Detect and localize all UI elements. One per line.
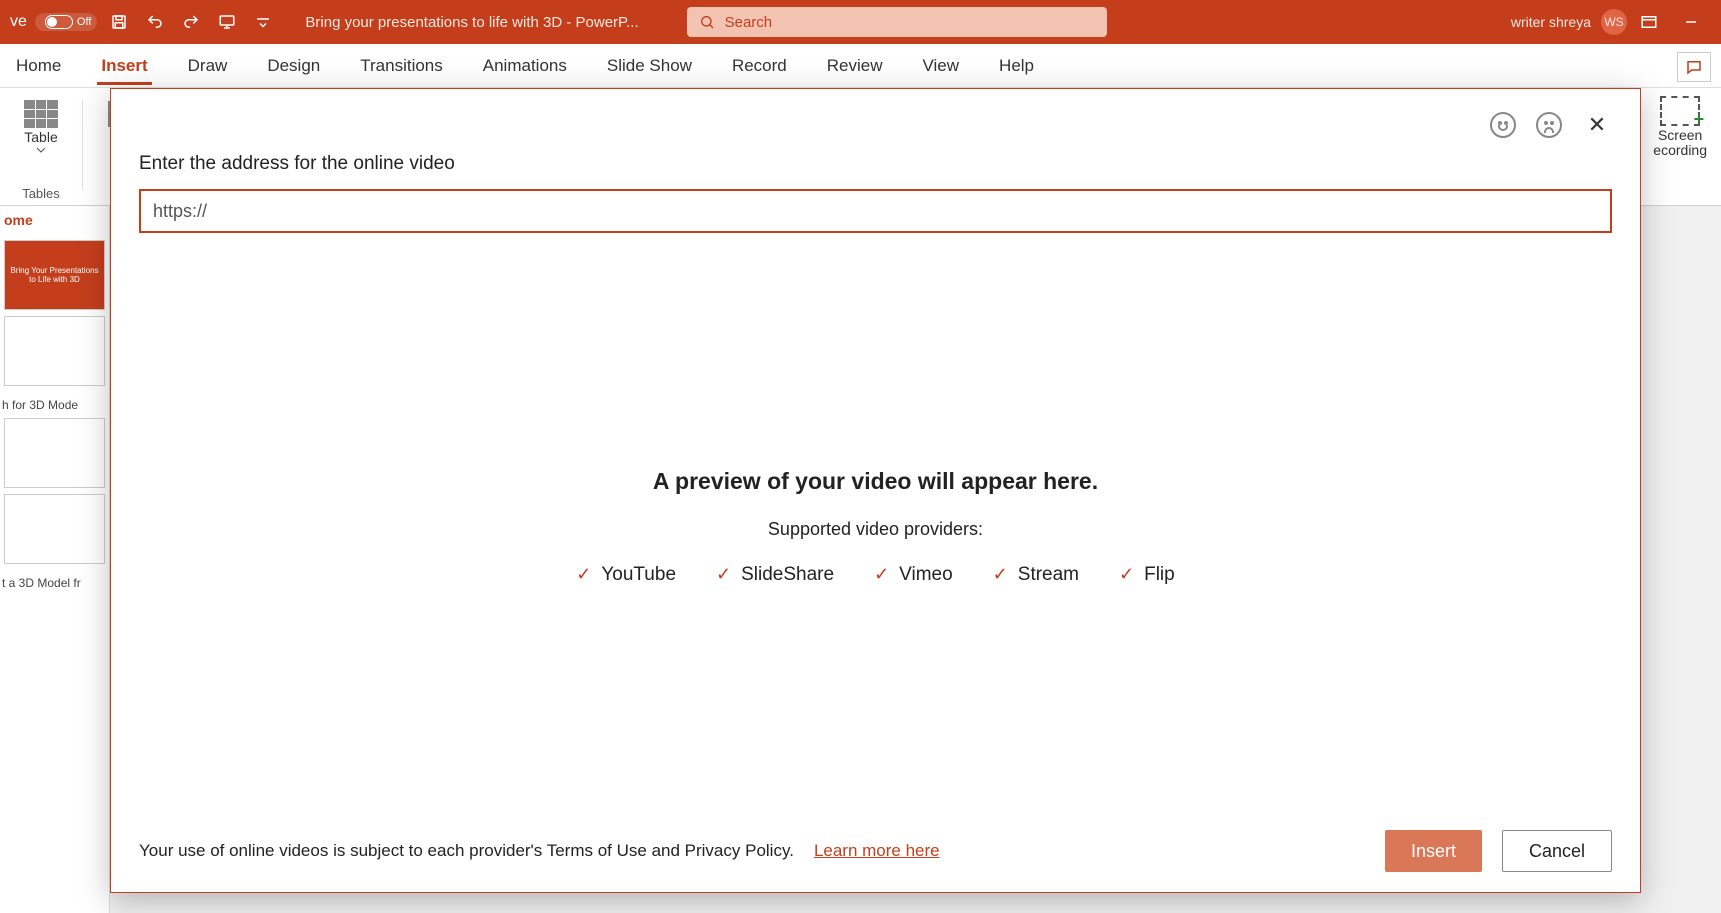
user-avatar: WS bbox=[1601, 9, 1627, 35]
user-name: writer shreya bbox=[1511, 14, 1591, 30]
cancel-button[interactable]: Cancel bbox=[1502, 830, 1612, 872]
check-icon: ✓ bbox=[993, 564, 1008, 585]
tab-slide-show[interactable]: Slide Show bbox=[603, 48, 696, 84]
tab-review[interactable]: Review bbox=[823, 48, 887, 84]
save-icon[interactable] bbox=[105, 8, 133, 36]
tab-record[interactable]: Record bbox=[728, 48, 791, 84]
slide-thumbnail-1[interactable]: Bring Your Presentations to Life with 3D bbox=[4, 240, 105, 310]
tab-help[interactable]: Help bbox=[995, 48, 1038, 84]
preview-placeholder-text: A preview of your video will appear here… bbox=[653, 468, 1098, 495]
screen-recording-button[interactable]: Screen ecording bbox=[1647, 92, 1713, 163]
section-header-1[interactable]: ome bbox=[0, 206, 109, 234]
check-icon: ✓ bbox=[1119, 564, 1134, 585]
slideshow-icon[interactable] bbox=[213, 8, 241, 36]
title-bar: ve Off Bring your presentations to life … bbox=[0, 0, 1721, 44]
screen-recording-label: Screen ecording bbox=[1653, 128, 1707, 159]
search-placeholder: Search bbox=[725, 14, 773, 31]
tables-group-label: Tables bbox=[22, 186, 60, 205]
provider-vimeo: ✓Vimeo bbox=[874, 564, 953, 586]
user-area[interactable]: writer shreya WS bbox=[1511, 9, 1627, 35]
slide-thumbnail-panel: ome Bring Your Presentations to Life wit… bbox=[0, 206, 110, 913]
tab-transitions[interactable]: Transitions bbox=[356, 48, 447, 84]
table-button[interactable]: Table bbox=[18, 96, 64, 157]
providers-label: Supported video providers: bbox=[768, 519, 983, 540]
tab-design[interactable]: Design bbox=[263, 48, 324, 84]
slide-thumbnail-4[interactable] bbox=[4, 494, 105, 564]
section-header-2[interactable]: h for 3D Mode bbox=[0, 392, 109, 412]
table-icon bbox=[24, 100, 58, 128]
url-field-label: Enter the address for the online video bbox=[139, 153, 1612, 175]
provider-flip: ✓Flip bbox=[1119, 564, 1175, 586]
check-icon: ✓ bbox=[874, 564, 889, 585]
provider-slideshare: ✓SlideShare bbox=[716, 564, 834, 586]
slide-thumbnail-3[interactable] bbox=[4, 418, 105, 488]
ribbon-display-icon[interactable] bbox=[1635, 8, 1663, 36]
qat-more-icon[interactable] bbox=[249, 8, 277, 36]
provider-stream: ✓Stream bbox=[993, 564, 1079, 586]
document-title: Bring your presentations to life with 3D… bbox=[305, 14, 638, 31]
online-video-dialog: ✕ Enter the address for the online video… bbox=[110, 88, 1641, 893]
dialog-footer: Your use of online videos is subject to … bbox=[139, 820, 1612, 872]
toggle-pill-icon bbox=[45, 15, 73, 29]
tab-view[interactable]: View bbox=[919, 48, 964, 84]
table-label: Table bbox=[24, 130, 57, 145]
feedback-positive-icon[interactable] bbox=[1490, 112, 1516, 138]
autosave-prefix: ve bbox=[10, 13, 27, 31]
check-icon: ✓ bbox=[716, 564, 731, 585]
autosave-toggle[interactable]: Off bbox=[35, 13, 97, 31]
provider-youtube: ✓YouTube bbox=[576, 564, 676, 586]
search-icon bbox=[699, 14, 715, 30]
providers-list: ✓YouTube ✓SlideShare ✓Vimeo ✓Stream ✓Fli… bbox=[576, 564, 1174, 586]
chevron-down-icon bbox=[36, 147, 46, 153]
learn-more-link[interactable]: Learn more here bbox=[814, 841, 940, 861]
insert-button[interactable]: Insert bbox=[1385, 830, 1482, 872]
check-icon: ✓ bbox=[576, 564, 591, 585]
comments-button[interactable] bbox=[1677, 52, 1711, 82]
tab-animations[interactable]: Animations bbox=[479, 48, 571, 84]
group-tables: Table Tables bbox=[8, 96, 74, 205]
tab-insert[interactable]: Insert bbox=[97, 48, 151, 84]
tab-draw[interactable]: Draw bbox=[184, 48, 232, 84]
preview-area: A preview of your video will appear here… bbox=[139, 233, 1612, 820]
terms-text: Your use of online videos is subject to … bbox=[139, 841, 794, 861]
close-icon[interactable]: ✕ bbox=[1582, 112, 1612, 138]
dialog-header: ✕ bbox=[139, 105, 1612, 145]
dialog-body: Enter the address for the online video A… bbox=[139, 145, 1612, 872]
section-header-3[interactable]: t a 3D Model fr bbox=[0, 570, 109, 590]
search-box[interactable]: Search bbox=[687, 7, 1107, 37]
ribbon-separator bbox=[82, 100, 83, 190]
video-url-input[interactable] bbox=[139, 189, 1612, 233]
feedback-negative-icon[interactable] bbox=[1536, 112, 1562, 138]
screen-recording-icon bbox=[1660, 96, 1700, 126]
ribbon-tabs: Home Insert Draw Design Transitions Anim… bbox=[0, 44, 1721, 88]
redo-icon[interactable] bbox=[177, 8, 205, 36]
minimize-icon[interactable] bbox=[1671, 15, 1711, 29]
tab-home[interactable]: Home bbox=[12, 48, 65, 84]
autosave-state: Off bbox=[77, 16, 91, 28]
slide-thumbnail-2[interactable] bbox=[4, 316, 105, 386]
undo-icon[interactable] bbox=[141, 8, 169, 36]
group-media-partial: Screen ecording bbox=[1647, 92, 1713, 163]
